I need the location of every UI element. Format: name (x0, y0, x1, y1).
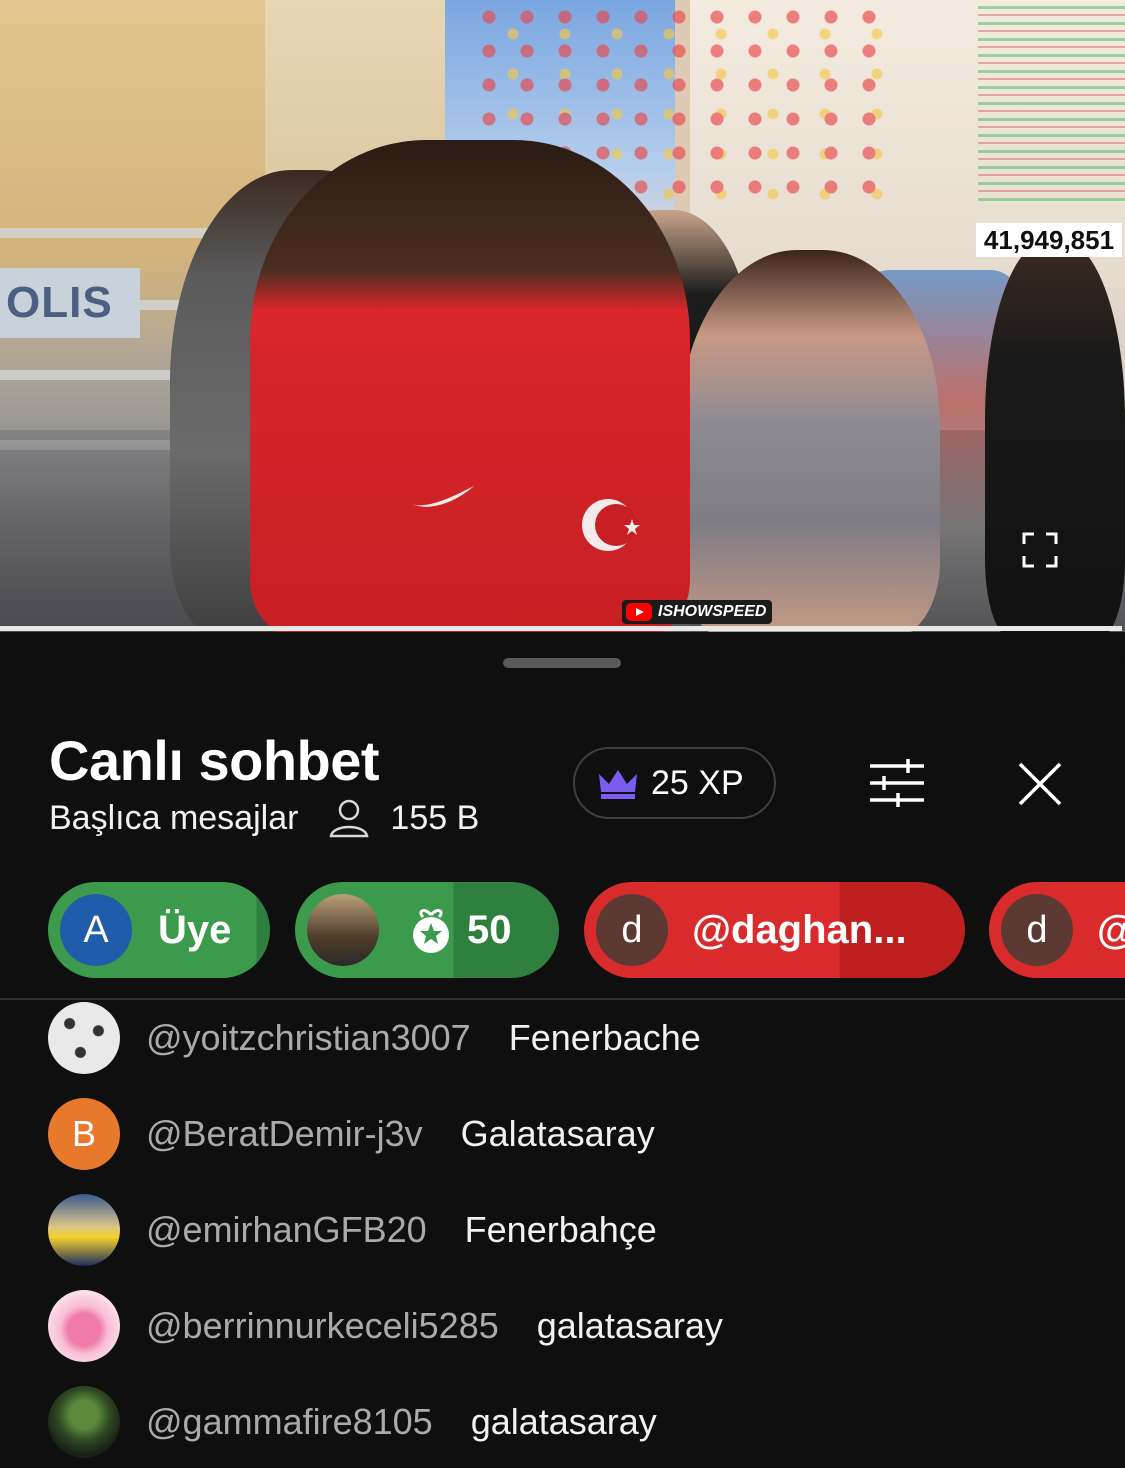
ticker-chip-superchat[interactable]: d @ (989, 882, 1125, 978)
youtube-icon (626, 603, 652, 621)
police-sign: OLIS (0, 268, 140, 338)
live-chat-panel: Canlı sohbet Başlıca mesajlar 155 B 25 X… (0, 634, 1125, 1468)
video-progress-bar[interactable] (0, 626, 1122, 631)
watermark-text: ISHOWSPEED (658, 603, 767, 620)
ticker-chip-gift[interactable]: 50 (295, 882, 559, 978)
person-streamer (250, 140, 690, 632)
ticker-chip-member[interactable]: A Üye (48, 882, 270, 978)
chat-message: @berrinnurkeceli5285 galatasaray (48, 1290, 723, 1362)
message-author[interactable]: @gammafire8105 (146, 1401, 433, 1443)
divider (0, 998, 1125, 1000)
chip-label: @daghan... (692, 907, 907, 952)
fullscreen-icon[interactable] (1022, 532, 1058, 568)
message-author[interactable]: @berrinnurkeceli5285 (146, 1305, 499, 1347)
avatar[interactable] (48, 1194, 120, 1266)
avatar (307, 894, 379, 966)
chat-title: Canlı sohbet (49, 729, 380, 792)
ticker-chips: A Üye 50 d @daghan... d @ (48, 882, 1125, 978)
avatar: d (1001, 894, 1073, 966)
person-right (985, 240, 1125, 632)
avatar[interactable]: B (48, 1098, 120, 1170)
tune-icon[interactable] (868, 758, 926, 808)
message-author[interactable]: @emirhanGFB20 (146, 1209, 427, 1251)
viewer-count: 155 B (390, 798, 480, 837)
chat-message: @yoitzchristian3007 Fenerbache (48, 1002, 701, 1074)
swoosh-logo (412, 486, 474, 507)
chat-mode-selector[interactable]: Başlıca mesajlar (49, 799, 298, 838)
xp-badge[interactable]: 25 XP (573, 747, 776, 819)
message-text: Fenerbahçe (464, 1209, 657, 1250)
chat-message-list[interactable]: @yoitzchristian3007 Fenerbache B @BeratD… (0, 1002, 1125, 1468)
chat-message: B @BeratDemir-j3v Galatasaray (48, 1098, 655, 1170)
avatar[interactable] (48, 1290, 120, 1362)
avatar: d (596, 894, 668, 966)
message-author[interactable]: @BeratDemir-j3v (146, 1113, 423, 1155)
avatar[interactable] (48, 1386, 120, 1458)
message-author[interactable]: @yoitzchristian3007 (146, 1017, 471, 1059)
avatar[interactable] (48, 1002, 120, 1074)
close-icon[interactable] (1016, 760, 1064, 808)
video-player[interactable]: OLIS 41,949,851 ISHOWSPEED (0, 0, 1125, 632)
chip-label: 50 (467, 907, 512, 952)
xp-label: 25 XP (651, 763, 744, 802)
message-text: galatasaray (470, 1401, 657, 1442)
gift-icon (413, 909, 449, 953)
chip-label: Üye (158, 907, 232, 952)
chip-label: @ (1097, 908, 1125, 953)
message-text: Fenerbache (508, 1017, 701, 1058)
chat-message: @gammafire8105 galatasaray (48, 1386, 657, 1458)
message-text: galatasaray (536, 1305, 723, 1346)
message-text: Galatasaray (460, 1113, 655, 1154)
channel-watermark: ISHOWSPEED (622, 600, 773, 624)
crown-icon (599, 770, 637, 799)
ticker-chip-superchat[interactable]: d @daghan... (584, 882, 965, 978)
stream-chat-overlay (978, 0, 1125, 205)
stream-view-count: 41,949,851 (976, 223, 1122, 257)
avatar: A (60, 894, 132, 966)
chat-subtitle: Başlıca mesajlar 155 B (49, 798, 479, 838)
crescent-star-logo (582, 499, 640, 551)
drag-handle[interactable] (503, 658, 621, 668)
chat-message: @emirhanGFB20 Fenerbahçe (48, 1194, 657, 1266)
person-icon (329, 799, 369, 838)
person-woman (680, 250, 940, 632)
